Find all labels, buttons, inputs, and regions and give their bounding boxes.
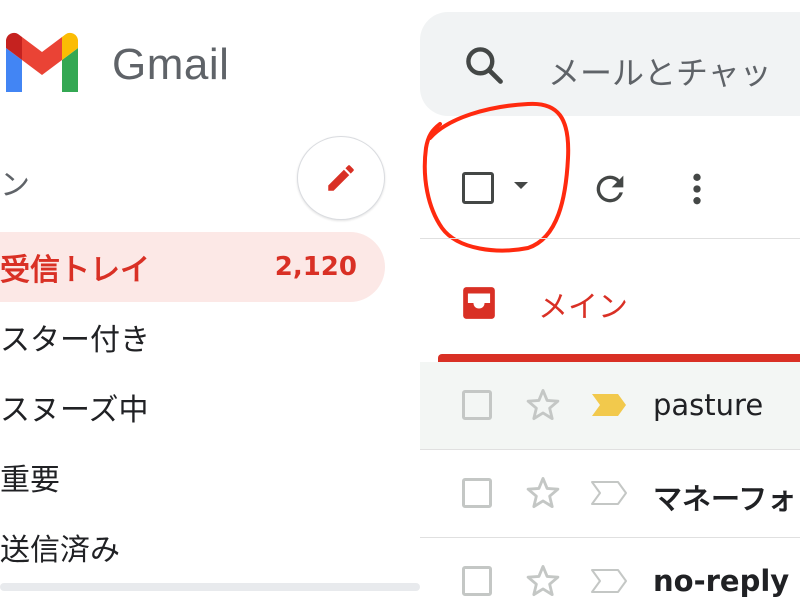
- message-sender: pasture: [653, 388, 764, 422]
- sidebar-item-label: スヌーズ中: [0, 393, 149, 428]
- chevron-down-icon[interactable]: [512, 179, 530, 191]
- sidebar-divider: [0, 583, 420, 591]
- row-checkbox[interactable]: [462, 566, 492, 596]
- message-sender: マネーフォ: [653, 482, 797, 516]
- sidebar-item-inbox[interactable]: 受信トレイ 2,120: [0, 232, 385, 302]
- refresh-icon[interactable]: [590, 169, 630, 209]
- message-sender: no-reply: [653, 564, 790, 598]
- more-vert-icon[interactable]: [682, 169, 712, 209]
- star-icon[interactable]: [524, 474, 562, 512]
- sidebar-item-sent[interactable]: 送信済み: [0, 512, 385, 582]
- brand-name[interactable]: Gmail: [112, 40, 229, 90]
- pencil-icon: [328, 165, 354, 191]
- search-icon[interactable]: [462, 43, 506, 87]
- sidebar-item-starred[interactable]: スター付き: [0, 302, 385, 372]
- important-marker-icon[interactable]: [590, 568, 628, 594]
- gmail-logo-icon: [6, 32, 78, 92]
- message-toolbar: [420, 136, 800, 236]
- compose-label: ン: [0, 168, 30, 203]
- checkbox-icon[interactable]: [462, 172, 494, 204]
- sidebar-item-important[interactable]: 重要: [0, 442, 385, 512]
- inbox-icon: [463, 287, 495, 319]
- sidebar-item-label: 送信済み: [0, 533, 120, 568]
- tab-primary[interactable]: メイン: [420, 240, 800, 362]
- star-icon[interactable]: [524, 562, 562, 600]
- sidebar-item-label: スター付き: [0, 323, 150, 358]
- sidebar-nav: 受信トレイ 2,120 スター付き スヌーズ中 重要 送信済み: [0, 232, 385, 582]
- unread-count-badge: 2,120: [274, 252, 357, 282]
- sidebar-item-label: 重要: [0, 463, 60, 498]
- tab-label: メイン: [538, 290, 628, 325]
- message-row[interactable]: pasture: [420, 362, 800, 450]
- compose-button[interactable]: [297, 136, 385, 220]
- important-marker-icon[interactable]: [590, 480, 628, 506]
- message-row[interactable]: no-reply: [420, 538, 800, 613]
- row-checkbox[interactable]: [462, 478, 492, 508]
- sidebar-item-label: 受信トレイ: [0, 253, 150, 288]
- active-tab-indicator: [438, 354, 800, 362]
- search-input[interactable]: メールとチャッ: [548, 48, 772, 94]
- message-list: pasture マネーフォ no-reply: [420, 362, 800, 613]
- message-row[interactable]: マネーフォ: [420, 450, 800, 538]
- toolbar-divider: [420, 238, 800, 239]
- sidebar-item-snoozed[interactable]: スヌーズ中: [0, 372, 385, 442]
- row-checkbox[interactable]: [462, 390, 492, 420]
- star-icon[interactable]: [524, 386, 562, 424]
- important-marker-icon[interactable]: [590, 392, 628, 418]
- search-bar[interactable]: メールとチャッ: [420, 12, 800, 116]
